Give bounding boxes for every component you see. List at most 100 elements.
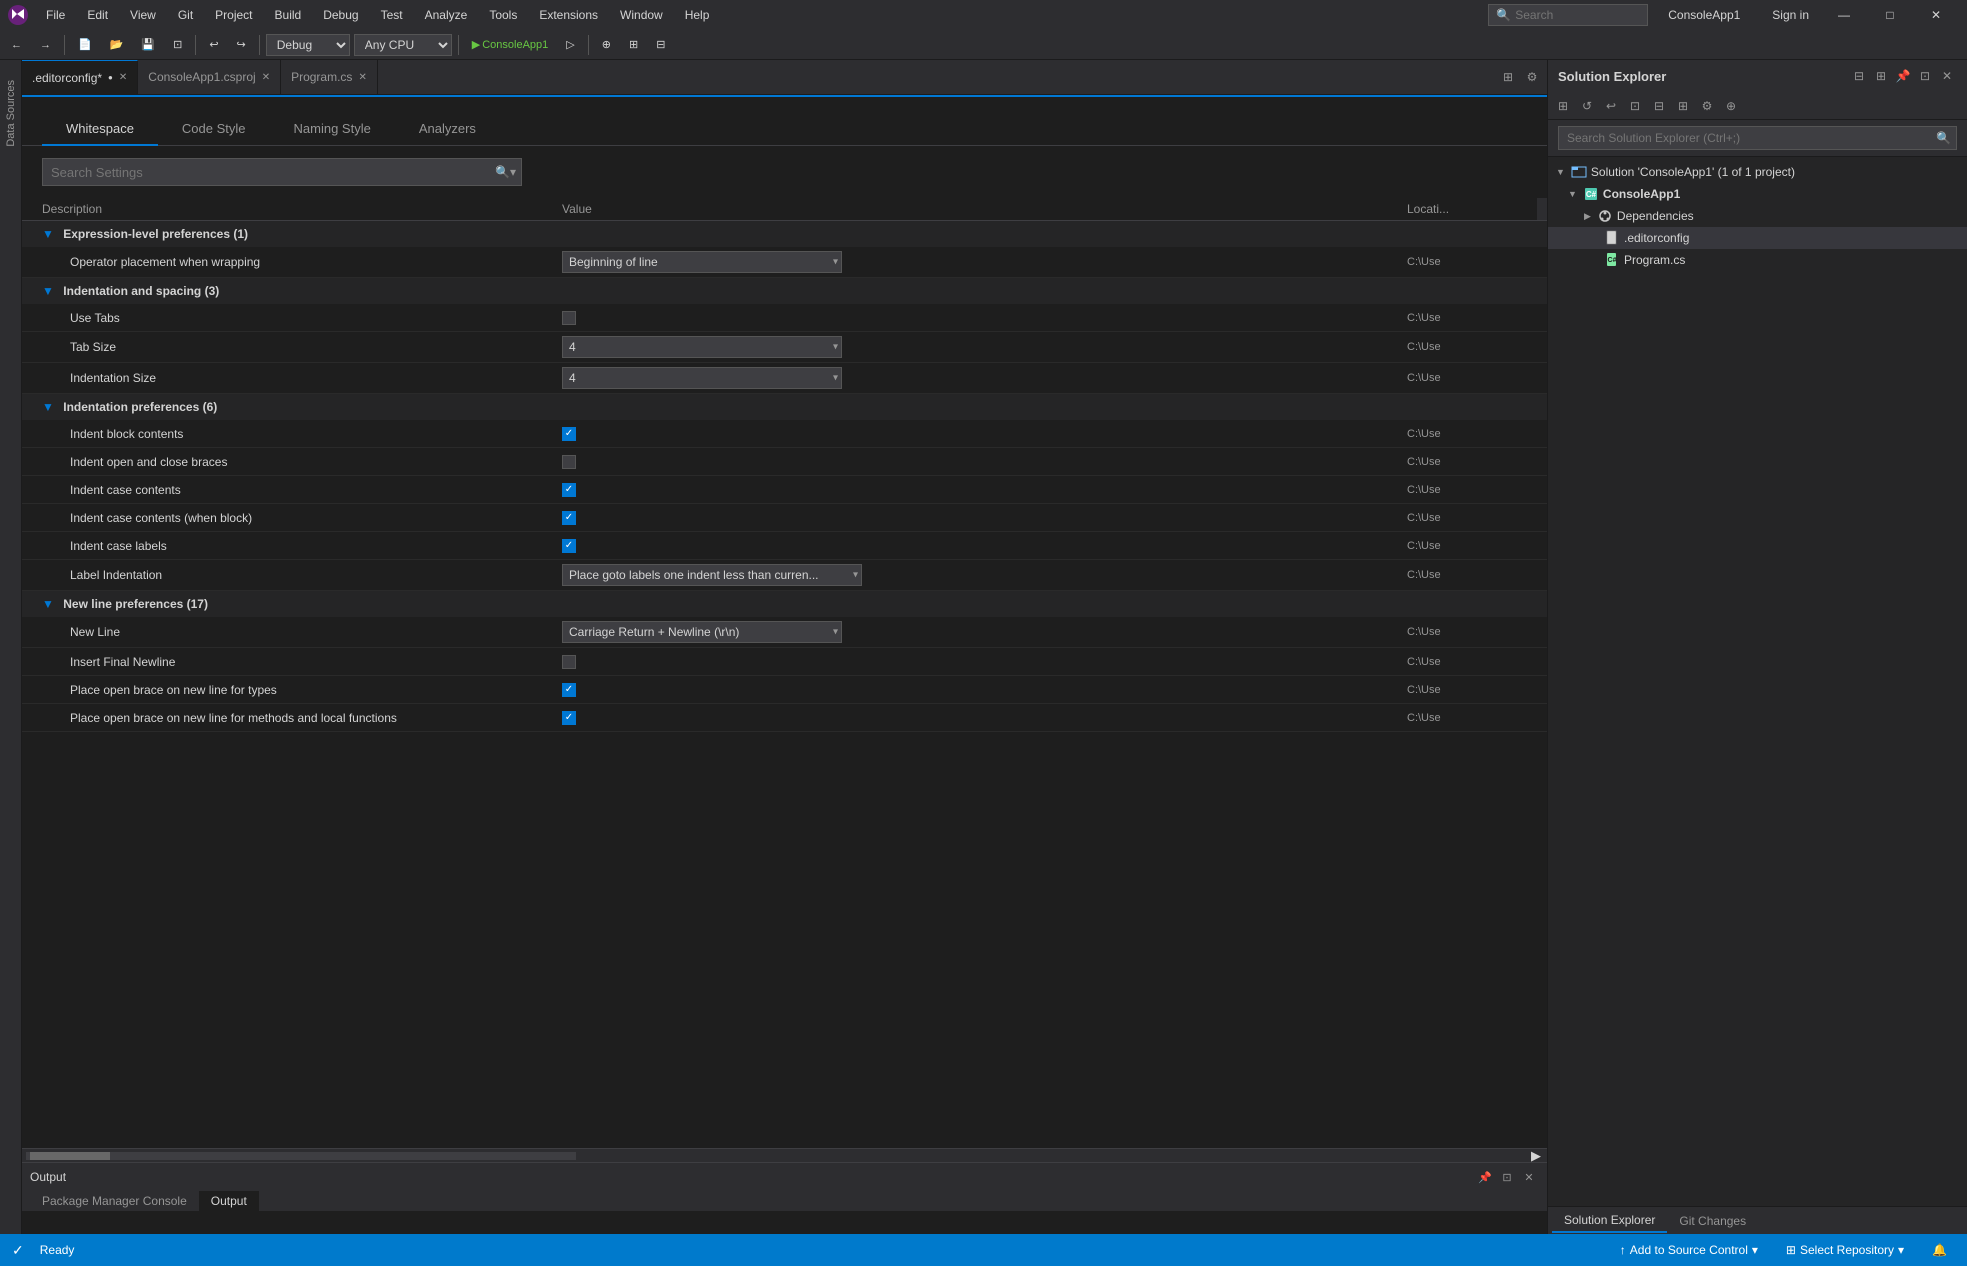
se-toolbar-btn-6[interactable]: ⊞ (1672, 95, 1694, 117)
cat-tab-whitespace[interactable]: Whitespace (42, 113, 158, 146)
open-brace-methods-checkbox[interactable] (562, 711, 576, 725)
new-project-button[interactable]: 📄 (71, 34, 99, 56)
use-tabs-checkbox[interactable] (562, 311, 576, 325)
se-toolbar-btn-3[interactable]: ↩ (1600, 95, 1622, 117)
redo-button[interactable]: ↪ (230, 34, 253, 56)
start-without-debug-button[interactable]: ▷ (559, 34, 581, 56)
platform-dropdown[interactable]: Any CPU (354, 34, 452, 56)
tab-settings-button[interactable]: ⚙ (1521, 66, 1543, 88)
scrollbar-thumb[interactable] (30, 1152, 110, 1160)
maximize-button[interactable]: □ (1867, 0, 1913, 30)
menu-debug[interactable]: Debug (313, 4, 368, 26)
se-collapse-button[interactable]: ⊟ (1849, 66, 1869, 86)
section-expression-level[interactable]: ▼ Expression-level preferences (1) (22, 221, 1547, 247)
new-line-select[interactable]: Carriage Return + Newline (\r\n) (562, 621, 842, 643)
tab-program[interactable]: Program.cs ✕ (281, 60, 378, 94)
tree-project[interactable]: ▼ C# ConsoleApp1 (1548, 183, 1967, 205)
menu-git[interactable]: Git (168, 4, 203, 26)
menu-help[interactable]: Help (675, 4, 720, 26)
se-tab-git-changes[interactable]: Git Changes (1667, 1210, 1758, 1232)
toolbar-extra-2[interactable]: ⊟ (649, 34, 672, 56)
scrollbar-right-arrow[interactable]: ▶ (1529, 1152, 1543, 1160)
indent-braces-checkbox[interactable] (562, 455, 576, 469)
title-search-input[interactable] (1488, 4, 1648, 26)
indent-case-block-checkbox[interactable] (562, 511, 576, 525)
section-indentation-spacing[interactable]: ▼ Indentation and spacing (3) (22, 278, 1547, 304)
tab-program-close[interactable]: ✕ (358, 72, 366, 83)
indent-case-labels-checkbox[interactable] (562, 539, 576, 553)
menu-tools[interactable]: Tools (479, 4, 527, 26)
select-repository-button[interactable]: ⊞ Select Repository ▾ (1778, 1239, 1912, 1261)
run-button[interactable]: ▶ ConsoleApp1 (465, 34, 556, 56)
menu-test[interactable]: Test (371, 4, 413, 26)
tab-editorconfig[interactable]: .editorconfig* ● ✕ (22, 60, 138, 94)
section-indentation-prefs[interactable]: ▼ Indentation preferences (6) (22, 394, 1547, 420)
back-button[interactable]: ← (4, 34, 29, 56)
menu-extensions[interactable]: Extensions (529, 4, 608, 26)
tab-editorconfig-close[interactable]: ✕ (119, 72, 127, 83)
add-source-control-button[interactable]: ↑ Add to Source Control ▾ (1612, 1239, 1766, 1261)
insert-final-newline-checkbox[interactable] (562, 655, 576, 669)
menu-window[interactable]: Window (610, 4, 673, 26)
output-tab-output[interactable]: Output (199, 1191, 259, 1211)
sign-in-link[interactable]: Sign in (1760, 8, 1821, 22)
section-newline-toggle[interactable]: ▼ (42, 597, 54, 611)
tree-editorconfig[interactable]: .editorconfig (1548, 227, 1967, 249)
horizontal-scrollbar[interactable]: ▶ (22, 1148, 1547, 1162)
settings-table[interactable]: ▼ Expression-level preferences (1) Opera… (22, 221, 1547, 1148)
section-newline-prefs[interactable]: ▼ New line preferences (17) (22, 591, 1547, 617)
build-config-dropdown[interactable]: Debug (266, 34, 350, 56)
se-toolbar-btn-4[interactable]: ⊡ (1624, 95, 1646, 117)
output-close-button[interactable]: ✕ (1519, 1167, 1539, 1187)
tree-dependencies[interactable]: ▶ Dependencies (1548, 205, 1967, 227)
se-float-button[interactable]: ⊡ (1915, 66, 1935, 86)
section-expression-toggle[interactable]: ▼ (42, 227, 54, 241)
tab-csproj-close[interactable]: ✕ (262, 72, 270, 83)
se-toolbar-btn-8[interactable]: ⊕ (1720, 95, 1742, 117)
menu-build[interactable]: Build (265, 4, 312, 26)
close-button[interactable]: ✕ (1913, 0, 1959, 30)
cat-tab-naming[interactable]: Naming Style (270, 113, 395, 146)
save-all-button[interactable]: ⊡ (166, 34, 189, 56)
output-float-button[interactable]: ⊡ (1497, 1167, 1517, 1187)
output-tab-package-manager[interactable]: Package Manager Console (30, 1191, 199, 1211)
search-settings-input[interactable] (42, 158, 522, 186)
undo-button[interactable]: ↩ (202, 34, 225, 56)
menu-analyze[interactable]: Analyze (415, 4, 478, 26)
menu-edit[interactable]: Edit (77, 4, 118, 26)
se-toolbar-btn-5[interactable]: ⊟ (1648, 95, 1670, 117)
label-indentation-select[interactable]: Place goto labels one indent less than c… (562, 564, 862, 586)
cat-tab-codestyle[interactable]: Code Style (158, 113, 270, 146)
forward-button[interactable]: → (33, 34, 58, 56)
tree-solution[interactable]: ▼ Solution 'ConsoleApp1' (1 of 1 project… (1548, 161, 1967, 183)
se-search-input[interactable] (1558, 126, 1957, 150)
se-pin-button[interactable]: 📌 (1893, 66, 1913, 86)
output-pin-button[interactable]: 📌 (1475, 1167, 1495, 1187)
se-tab-solution-explorer[interactable]: Solution Explorer (1552, 1209, 1667, 1233)
se-toolbar-btn-1[interactable]: ⊞ (1552, 95, 1574, 117)
notification-button[interactable]: 🔔 (1924, 1239, 1955, 1261)
se-toolbar-btn-2[interactable]: ↺ (1576, 95, 1598, 117)
tab-list-button[interactable]: ⊞ (1497, 66, 1519, 88)
tab-csproj[interactable]: ConsoleApp1.csproj ✕ (138, 60, 281, 94)
save-button[interactable]: 💾 (134, 34, 162, 56)
toolbar-extra-1[interactable]: ⊞ (622, 34, 645, 56)
tree-program-cs[interactable]: C# Program.cs (1548, 249, 1967, 271)
menu-file[interactable]: File (36, 4, 75, 26)
data-sources-label[interactable]: Data Sources (5, 80, 17, 147)
operator-placement-select[interactable]: Beginning of line (562, 251, 842, 273)
minimize-button[interactable]: — (1821, 0, 1867, 30)
se-properties-button[interactable]: ⊞ (1871, 66, 1891, 86)
indentation-size-select[interactable]: 4 (562, 367, 842, 389)
section-indent-spacing-toggle[interactable]: ▼ (42, 284, 54, 298)
open-brace-types-checkbox[interactable] (562, 683, 576, 697)
tab-size-select[interactable]: 4 (562, 336, 842, 358)
se-toolbar-btn-7[interactable]: ⚙ (1696, 95, 1718, 117)
se-close-button[interactable]: ✕ (1937, 66, 1957, 86)
menu-project[interactable]: Project (205, 4, 262, 26)
open-button[interactable]: 📂 (103, 34, 131, 56)
menu-view[interactable]: View (120, 4, 166, 26)
breakpoints-button[interactable]: ⊕ (595, 34, 618, 56)
cat-tab-analyzers[interactable]: Analyzers (395, 113, 500, 146)
section-indent-prefs-toggle[interactable]: ▼ (42, 400, 54, 414)
